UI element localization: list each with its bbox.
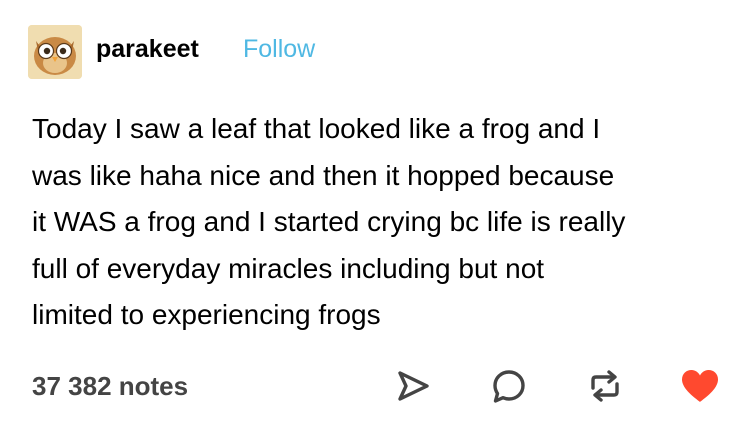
post-body-line: was like haha nice and then it hopped be…: [32, 159, 615, 191]
post-body: Today I saw a leaf that looked like a fr…: [32, 106, 732, 339]
heart-icon: [682, 370, 718, 402]
post-body-line: it WAS a frog and I started crying bc li…: [32, 206, 626, 237]
reply-icon: [493, 370, 525, 403]
share-button[interactable]: [395, 368, 431, 404]
notes-count[interactable]: 37 382 notes: [32, 368, 188, 404]
reblog-button[interactable]: [585, 366, 625, 406]
owl-avatar-icon: [28, 25, 82, 79]
post-body-line: limited to experiencing frogs: [32, 299, 381, 330]
avatar[interactable]: [28, 25, 82, 79]
follow-button[interactable]: Follow: [243, 32, 315, 66]
share-icon: [398, 371, 429, 401]
like-button[interactable]: [680, 368, 720, 404]
post-body-line: full of everyday miracles including but …: [32, 252, 545, 284]
reply-button[interactable]: [491, 368, 527, 404]
tumblr-post: parakeet Follow Today I saw a leaf that …: [0, 0, 750, 429]
post-body-line: Today I saw a leaf that looked like a fr…: [32, 113, 601, 144]
reblog-icon: [591, 370, 619, 402]
author-username[interactable]: parakeet: [96, 32, 199, 66]
